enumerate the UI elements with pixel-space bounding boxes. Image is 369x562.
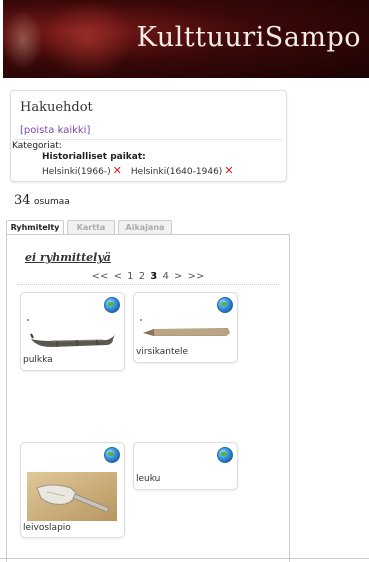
item-label[interactable]: pulkka bbox=[23, 355, 53, 365]
results-panel: ei ryhmittelyä << < 1 2 3 4 > >> pulkka … bbox=[6, 234, 290, 562]
clear-all-link[interactable]: [poista kaikki] bbox=[20, 125, 90, 136]
pager-first[interactable]: << bbox=[92, 271, 109, 282]
divider bbox=[15, 139, 282, 140]
result-card[interactable]: pulkka bbox=[20, 292, 125, 371]
divider bbox=[0, 558, 369, 559]
sled-thumbnail[interactable] bbox=[27, 325, 119, 355]
grouping-link[interactable]: ei ryhmittelyä bbox=[25, 251, 111, 264]
pager-page[interactable]: 2 bbox=[139, 271, 145, 282]
header-banner: KulttuuriSampo bbox=[3, 0, 369, 78]
globe-icon[interactable] bbox=[217, 297, 233, 313]
tab-map[interactable]: Kartta bbox=[67, 220, 115, 234]
item-label[interactable]: virsikantele bbox=[136, 347, 188, 357]
kantele-thumbnail[interactable] bbox=[140, 321, 232, 343]
site-title[interactable]: KulttuuriSampo bbox=[137, 22, 361, 53]
pager-prev[interactable]: < bbox=[114, 271, 122, 282]
result-card[interactable]: leuku bbox=[133, 442, 238, 490]
result-count-label: osumaa bbox=[34, 197, 70, 207]
banner-decoration-left bbox=[3, 10, 43, 70]
item-label[interactable]: leivoslapio bbox=[23, 523, 71, 533]
globe-icon[interactable] bbox=[104, 447, 120, 463]
historical-places-label: Historialliset paikat: bbox=[42, 152, 146, 162]
remove-icon[interactable]: ✕ bbox=[224, 164, 233, 177]
image-corner-marker bbox=[27, 319, 29, 321]
pastry-server-thumbnail[interactable] bbox=[27, 472, 117, 521]
tab-grouped[interactable]: Ryhmitelty bbox=[6, 220, 64, 235]
globe-icon[interactable] bbox=[217, 447, 233, 463]
pager-page[interactable]: 4 bbox=[162, 271, 168, 282]
result-count-number: 34 bbox=[14, 193, 31, 208]
search-criteria-heading: Hakuehdot bbox=[20, 100, 93, 115]
categories-label: Kategoriat: bbox=[12, 141, 62, 151]
remove-icon[interactable]: ✕ bbox=[113, 164, 122, 177]
result-count: 34 osumaa bbox=[14, 193, 70, 208]
chip-label: Helsinki(1640-1946) bbox=[130, 167, 223, 177]
search-criteria-box: Hakuehdot [poista kaikki] Kategoriat: Hi… bbox=[10, 90, 287, 182]
chip-label: Helsinki(1966-) bbox=[42, 167, 111, 177]
pager-current-page: 3 bbox=[150, 271, 158, 282]
pager-last[interactable]: >> bbox=[188, 271, 205, 282]
banner-decoration bbox=[43, 0, 133, 78]
divider bbox=[17, 284, 279, 285]
pager-page[interactable]: 1 bbox=[127, 271, 133, 282]
criteria-chips: Helsinki(1966-) ✕ Helsinki(1640-1946) ✕ bbox=[42, 164, 243, 177]
pagination: << < 1 2 3 4 > >> bbox=[7, 271, 289, 282]
globe-icon[interactable] bbox=[104, 297, 120, 313]
result-card[interactable]: leivoslapio bbox=[20, 442, 125, 538]
pager-next[interactable]: > bbox=[174, 271, 182, 282]
item-label[interactable]: leuku bbox=[136, 474, 160, 484]
tab-timeline[interactable]: Aikajana bbox=[118, 220, 172, 234]
result-card[interactable]: virsikantele bbox=[133, 292, 238, 363]
